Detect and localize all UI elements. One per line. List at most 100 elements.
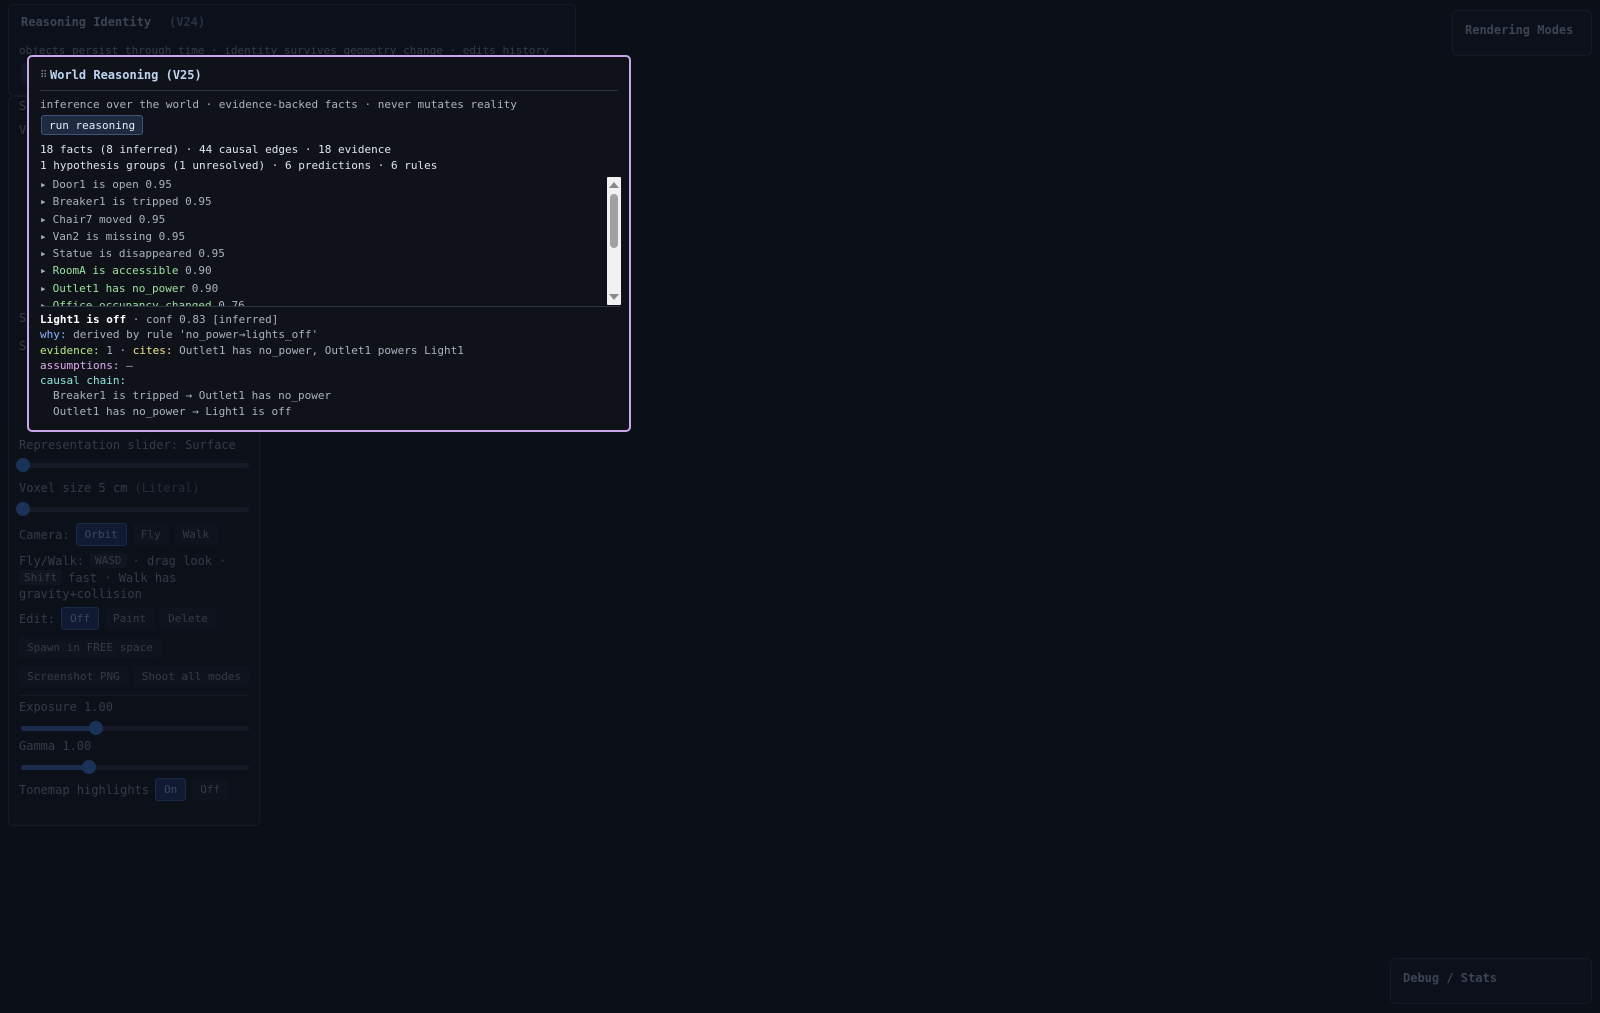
assumptions-label: assumptions:	[40, 358, 120, 372]
shift-key: Shift	[19, 570, 63, 585]
expand-arrow-icon: ▸	[40, 281, 47, 295]
causal-chain-step: Outlet1 has no_power → Light1 is off	[53, 404, 292, 418]
fact-confidence: 0.90	[191, 281, 219, 295]
cites-label: cites:	[132, 343, 173, 357]
detail-confidence: · conf 0.83 [inferred]	[132, 313, 279, 326]
expand-arrow-icon: ▸	[40, 195, 47, 209]
expand-arrow-icon: ▸	[40, 212, 47, 226]
fact-text: Statue is disappeared	[52, 247, 192, 261]
detail-chain-header: causal chain:	[40, 373, 464, 388]
gamma-slider[interactable]	[21, 760, 249, 774]
tonemap-label: Tonemap highlights	[19, 782, 150, 797]
fact-confidence: 0.76	[218, 299, 245, 307]
tonemap-on-button[interactable]: On	[155, 778, 187, 801]
detail-why: why: derived by rule 'no_power→lights_of…	[40, 327, 464, 342]
run-reasoning-button[interactable]: run reasoning	[41, 115, 144, 135]
slider-knob[interactable]	[16, 502, 30, 516]
expand-arrow-icon: ▸	[40, 299, 47, 307]
why-label: why:	[40, 328, 67, 342]
facts-scrollbar[interactable]	[607, 177, 621, 305]
expand-arrow-icon: ▸	[40, 178, 47, 191]
detail-evidence: evidence: 1 · cites: Outlet1 has no_powe…	[40, 343, 464, 357]
edit-label: Edit:	[19, 611, 56, 626]
slider-knob[interactable]	[16, 458, 30, 472]
panel-description: inference over the world · evidence-back…	[40, 98, 517, 111]
fact-item[interactable]: ▸ Door1 is open 0.95	[40, 176, 620, 193]
detail-assumptions: assumptions: —	[40, 358, 464, 373]
camera-orbit-button[interactable]: Orbit	[75, 523, 127, 546]
facts-list[interactable]: ▸ Door1 is open 0.95 ▸ Breaker1 is tripped …	[40, 176, 620, 307]
fact-item[interactable]: ▸ Statue is disappeared 0.95	[40, 245, 620, 262]
fact-text: Van2 is missing	[52, 229, 152, 243]
expand-arrow-icon: ▸	[40, 264, 47, 278]
evidence-label: evidence:	[40, 343, 100, 357]
fact-confidence: 0.95	[145, 178, 172, 191]
edit-paint-button[interactable]: Paint	[105, 608, 155, 629]
causal-chain-step: Breaker1 is tripped → Outlet1 has no_pow…	[53, 389, 332, 403]
voxel-size-slider[interactable]	[16, 502, 249, 516]
rendering-modes-panel[interactable]: Rendering Modes	[1452, 10, 1592, 56]
sidebar-divider	[19, 695, 249, 696]
fact-item[interactable]: ▸ Chair7 moved 0.95	[40, 211, 620, 228]
fact-confidence: 0.95	[198, 247, 225, 261]
slider-knob[interactable]	[89, 721, 104, 735]
fact-text: RoomA is accessible	[52, 264, 179, 278]
exposure-slider[interactable]	[21, 721, 249, 735]
slider-fill	[21, 765, 90, 770]
fact-item[interactable]: ▸ Van2 is missing 0.95	[40, 228, 620, 245]
fact-text: Door1 is open	[52, 178, 139, 191]
fact-item[interactable]: ▸ Outlet1 has no_power 0.90	[40, 280, 620, 297]
fact-confidence: 0.95	[185, 195, 212, 209]
slider-knob[interactable]	[82, 760, 97, 774]
drag-handle-icon[interactable]: ⠿	[40, 70, 47, 81]
spawn-free-space-button[interactable]: Spawn in FREE space	[19, 637, 161, 658]
gamma-label: Gamma 1.00	[19, 739, 92, 753]
edit-row: Edit: Off Paint Delete	[19, 607, 216, 630]
screenshot-png-button[interactable]: Screenshot PNG	[19, 666, 128, 687]
camera-row: Camera: Orbit Fly Walk	[19, 523, 218, 546]
fact-text: Breaker1 is tripped	[52, 195, 179, 209]
slider-fill	[21, 726, 97, 731]
detail-fact: Light1 is off	[40, 313, 127, 326]
panel-header[interactable]: ⠿ World Reasoning (V25)	[40, 68, 618, 91]
hint-suffix: fast · Walk has	[68, 570, 177, 585]
hint-line3: gravity+collision	[19, 587, 142, 601]
scroll-down-icon[interactable]	[609, 294, 619, 300]
camera-walk-button[interactable]: Walk	[174, 524, 218, 545]
facts-summary: 18 facts (8 inferred) · 44 causal edges …	[40, 143, 391, 156]
causal-chain-label: causal chain:	[40, 374, 127, 388]
navigation-hint: Fly/Walk: WASD · drag look ·	[19, 553, 226, 568]
representation-slider[interactable]	[16, 458, 249, 472]
fact-detail: Light1 is off · conf 0.83 [inferred] why…	[40, 312, 464, 419]
voxel-mode-text: (Literal)	[134, 481, 200, 495]
expand-arrow-icon: ▸	[40, 247, 47, 261]
fact-item[interactable]: ▸ RoomA is accessible 0.90	[40, 262, 620, 279]
representation-label: Representation slider: Surface	[19, 438, 236, 452]
screenshot-row: Screenshot PNG Shoot all modes	[19, 666, 250, 687]
tonemap-row: Tonemap highlights On Off	[19, 778, 229, 801]
fact-text: Office occupancy changed	[52, 299, 212, 307]
spawn-row: Spawn in FREE space	[19, 637, 161, 658]
debug-stats-panel[interactable]: Debug / Stats	[1390, 958, 1592, 1004]
navigation-hint-line3: gravity+collision	[19, 587, 142, 601]
tonemap-off-button[interactable]: Off	[192, 779, 229, 800]
hypothesis-summary: 1 hypothesis groups (1 unresolved) · 6 p…	[40, 159, 438, 172]
panel-title: World Reasoning (V25)	[50, 68, 202, 82]
sidebar-fragment: V	[19, 123, 27, 137]
hint-prefix: Fly/Walk:	[19, 553, 85, 568]
fact-item[interactable]: ▸ Breaker1 is tripped 0.95	[40, 193, 620, 210]
shoot-all-modes-button[interactable]: Shoot all modes	[133, 666, 250, 687]
evidence-count: 1	[106, 343, 113, 357]
identity-panel-version: (V24)	[169, 15, 206, 29]
rendering-modes-title: Rendering Modes	[1465, 23, 1574, 37]
sidebar-fragment: S	[19, 311, 27, 325]
assumptions-text: —	[126, 358, 133, 372]
scroll-thumb[interactable]	[610, 194, 618, 248]
fact-text: Outlet1 has no_power	[52, 281, 186, 295]
fact-text: Chair7 moved	[52, 212, 133, 226]
fact-item[interactable]: ▸ Office occupancy changed 0.76	[40, 297, 620, 307]
scroll-up-icon[interactable]	[609, 182, 619, 188]
camera-fly-button[interactable]: Fly	[132, 524, 169, 545]
edit-delete-button[interactable]: Delete	[160, 608, 216, 629]
edit-off-button[interactable]: Off	[61, 607, 99, 630]
